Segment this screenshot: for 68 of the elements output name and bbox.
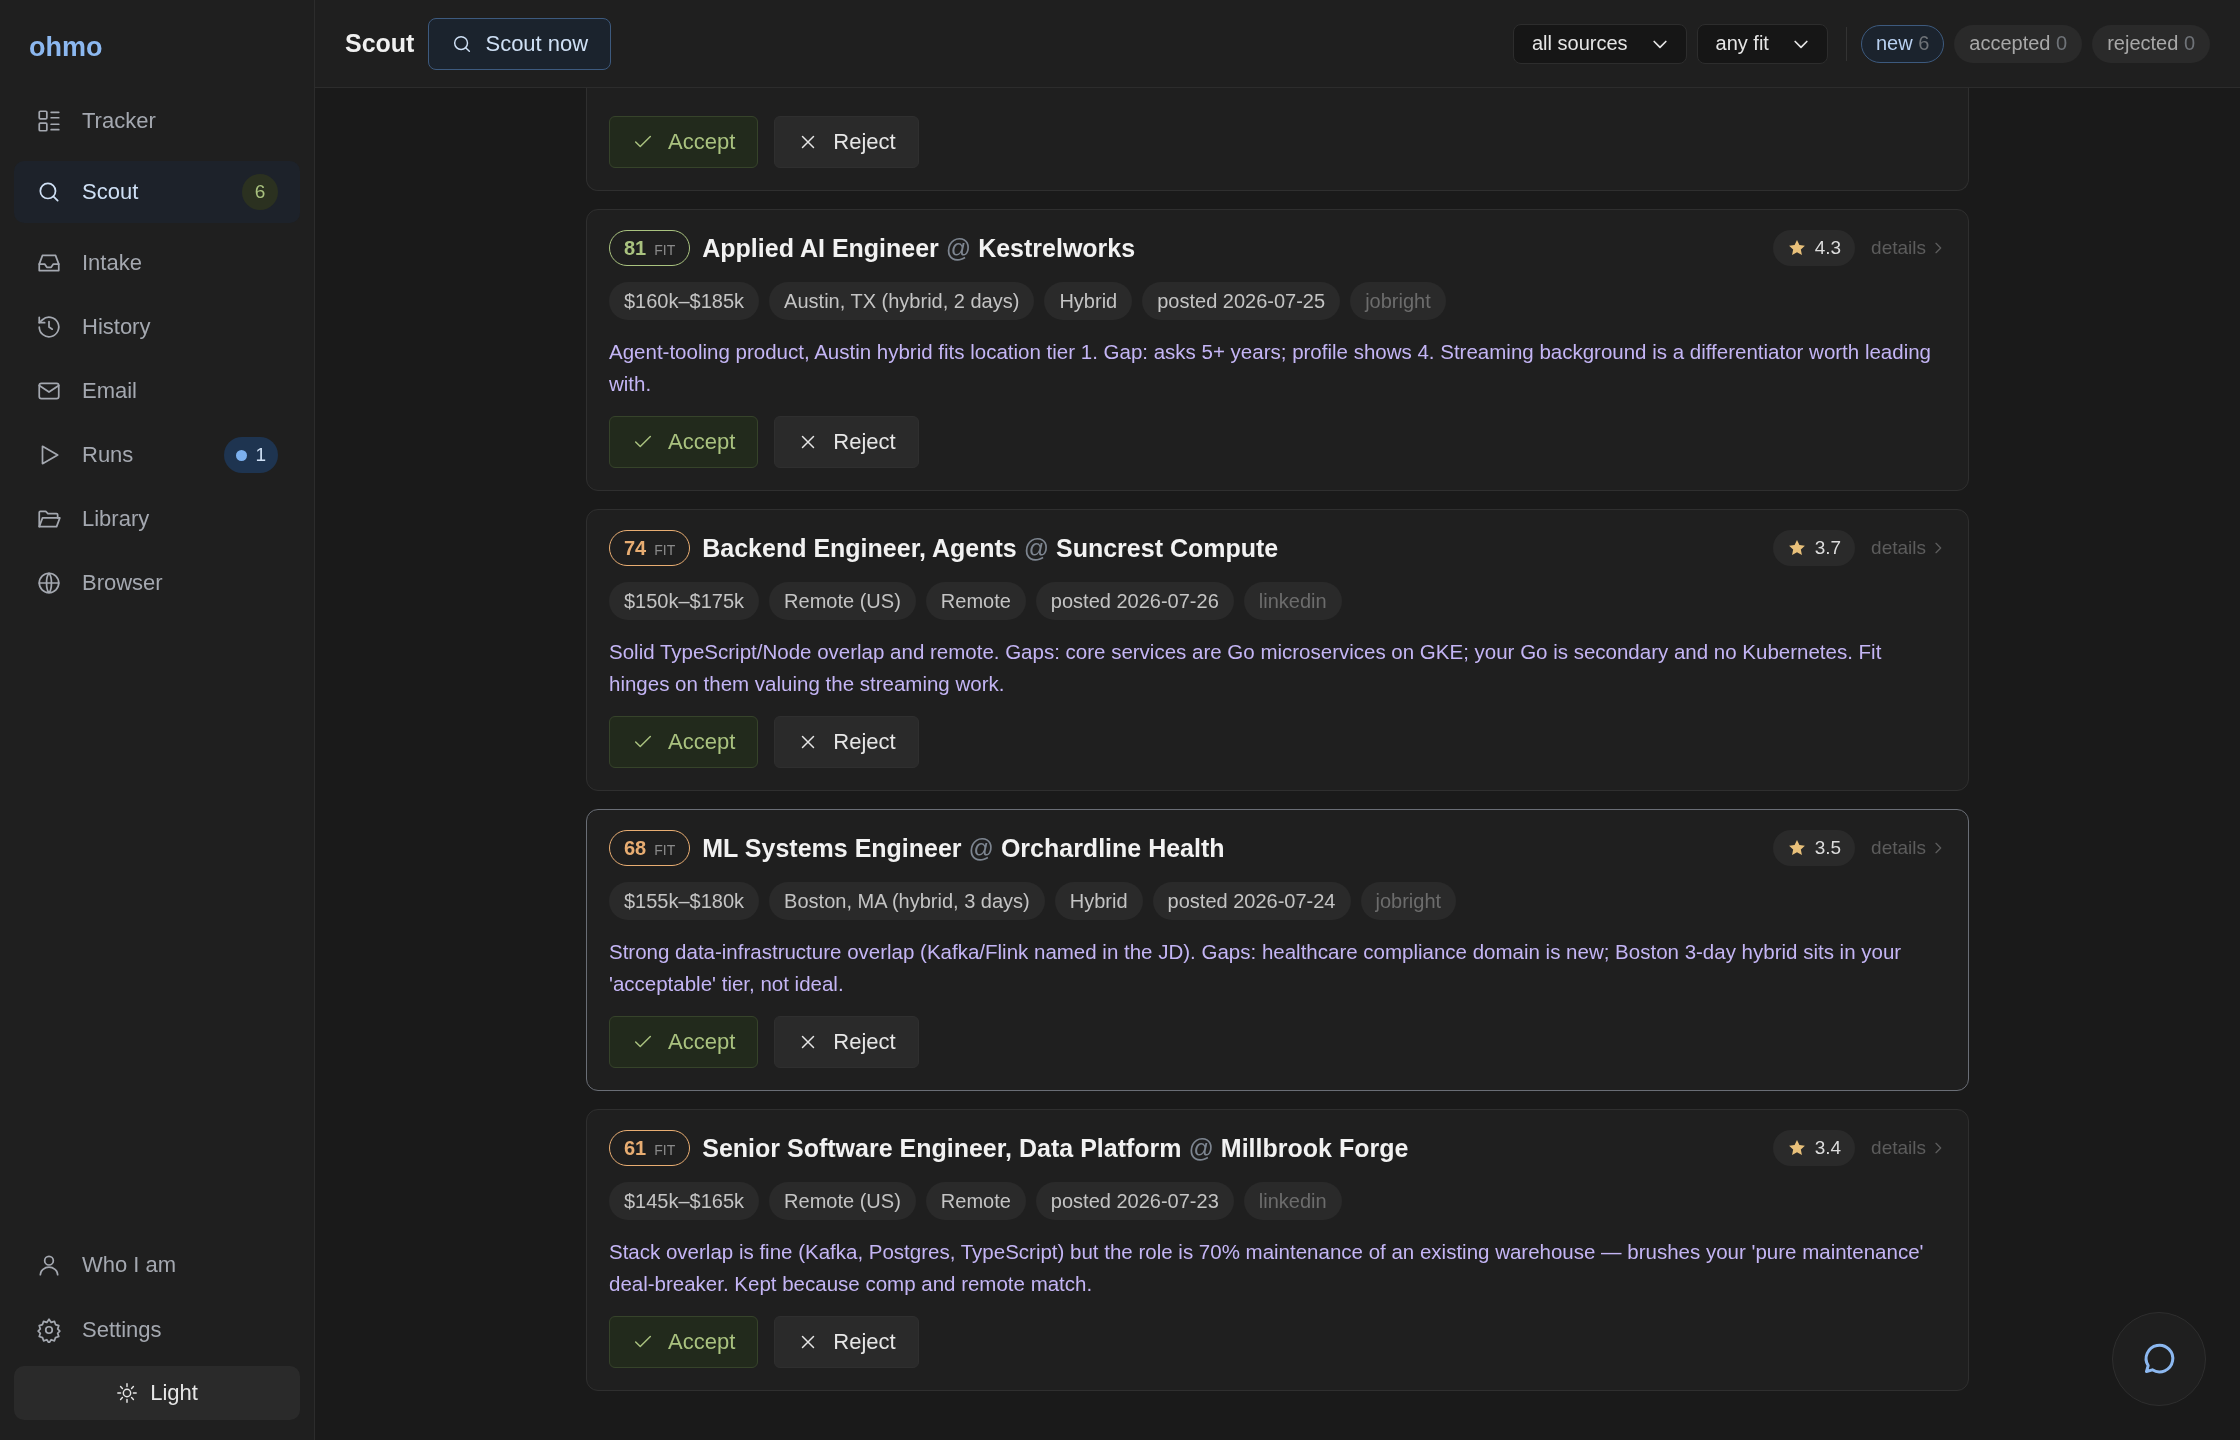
rating: 3.7 <box>1772 530 1856 566</box>
nav-item[interactable]: Browser <box>14 559 300 607</box>
source-tag: linkedin <box>1243 582 1342 620</box>
info-tag: $145k–$165k <box>609 1182 760 1220</box>
fit-summary: Solid TypeScript/Node overlap and remote. Gaps: core services are Go microservices on GKE; your Go is secondary and no Kubernetes. Fit hinges on them valuing the streaming work. <box>609 639 1883 697</box>
nav-item[interactable]: Settings <box>14 1306 300 1354</box>
info-tag: Remote <box>925 582 1026 620</box>
page-title: Scout <box>345 29 415 58</box>
info-tag: Hybrid <box>1044 282 1133 320</box>
status-tab[interactable]: rejected 0 <box>2092 24 2210 63</box>
job-title: Applied AI Engineer @ Kestrelworks <box>702 233 1136 263</box>
nav-item[interactable]: Tracker <box>14 97 300 145</box>
globe-icon <box>36 570 62 596</box>
nav-item[interactable]: History <box>14 303 300 351</box>
settings-icon <box>36 1317 62 1343</box>
info-tag: posted 2026-07-23 <box>1035 1182 1234 1220</box>
accept-button[interactable]: Accept <box>609 716 759 768</box>
nav-item[interactable]: Who I am <box>14 1241 300 1289</box>
info-tag: posted 2026-07-24 <box>1152 882 1351 920</box>
info-tag: Remote (US) <box>769 1182 916 1220</box>
rating: 4.3 <box>1772 230 1856 266</box>
theme-button[interactable]: Light <box>14 1366 300 1420</box>
fit-summary: Agent-tooling product, Austin hybrid fits location tier 1. Gap: asks 5+ years; profile shows 4. Streaming background is a differentiator worth leading with. <box>609 339 1933 397</box>
info-tag: $150k–$175k <box>609 582 760 620</box>
reject-button[interactable]: Reject <box>774 1016 919 1068</box>
accept-button[interactable]: Accept <box>609 116 759 168</box>
filter-dropdown[interactable]: any fit <box>1696 23 1828 64</box>
rating: 3.5 <box>1772 830 1856 866</box>
fit-summary: Strong data-infrastructure overlap (Kafka/Flink named in the JD). Gaps: healthcare compliance domain is new; Boston 3-day hybrid sits in your 'acceptable' tier, not ideal. <box>609 939 1903 997</box>
count-badge: 6 <box>242 174 278 210</box>
reject-button[interactable]: Reject <box>774 1316 919 1368</box>
reject-button[interactable]: Reject <box>774 116 919 168</box>
info-tag: Hybrid <box>1054 882 1143 920</box>
info-tag: Austin, TX (hybrid, 2 days) <box>769 282 1035 320</box>
reject-button[interactable]: Reject <box>774 716 919 768</box>
nav-item[interactable]: Intake <box>14 239 300 287</box>
source-tag: linkedin <box>1243 1182 1342 1220</box>
fit-summary: Stack overlap is fine (Kafka, Postgres, TypeScript) but the role is 70% maintenance of an existing warehouse — brushes your 'pure maintenance' deal-breaker. Kept because comp and remote match. <box>609 1239 1925 1297</box>
rating: 3.4 <box>1772 1130 1856 1166</box>
nav-item[interactable]: Runs 1 <box>14 431 300 479</box>
info-tag: $160k–$185k <box>609 282 760 320</box>
info-tag: Remote (US) <box>769 582 916 620</box>
job-title: ML Systems Engineer @ Orchardline Health <box>702 833 1225 863</box>
nav-item[interactable]: Scout 6 <box>14 161 300 223</box>
nav-item[interactable]: Email <box>14 367 300 415</box>
info-tag: posted 2026-07-26 <box>1035 582 1234 620</box>
source-tag: jobright <box>1350 282 1446 320</box>
status-tab[interactable]: new 6 <box>1860 24 1945 63</box>
status-tab[interactable]: accepted 0 <box>1954 24 2083 63</box>
scout-now-button[interactable]: Scout now <box>428 17 612 70</box>
filter-dropdown[interactable]: all sources <box>1512 23 1687 64</box>
app-logo: ohmo <box>28 31 104 64</box>
sun-icon <box>116 1382 139 1404</box>
running-badge: 1 <box>224 437 278 473</box>
job-title: Senior Software Engineer, Data Platform @ Millbrook Forge <box>702 1133 1409 1163</box>
job-title: Backend Engineer, Agents @ Suncrest Compute <box>702 533 1279 563</box>
reject-button[interactable]: Reject <box>774 416 919 468</box>
info-tag: Boston, MA (hybrid, 3 days) <box>769 882 1045 920</box>
history-icon <box>36 314 62 340</box>
accept-button[interactable]: Accept <box>609 1016 759 1068</box>
accept-button[interactable]: Accept <box>609 1316 759 1368</box>
nav-item[interactable]: Library <box>14 495 300 543</box>
source-tag: jobright <box>1360 882 1457 920</box>
list-icon <box>36 108 62 134</box>
info-tag: Remote <box>925 1182 1026 1220</box>
accept-button[interactable]: Accept <box>609 416 759 468</box>
info-tag: posted 2026-07-25 <box>1142 282 1341 320</box>
info-tag: $155k–$180k <box>609 882 760 920</box>
